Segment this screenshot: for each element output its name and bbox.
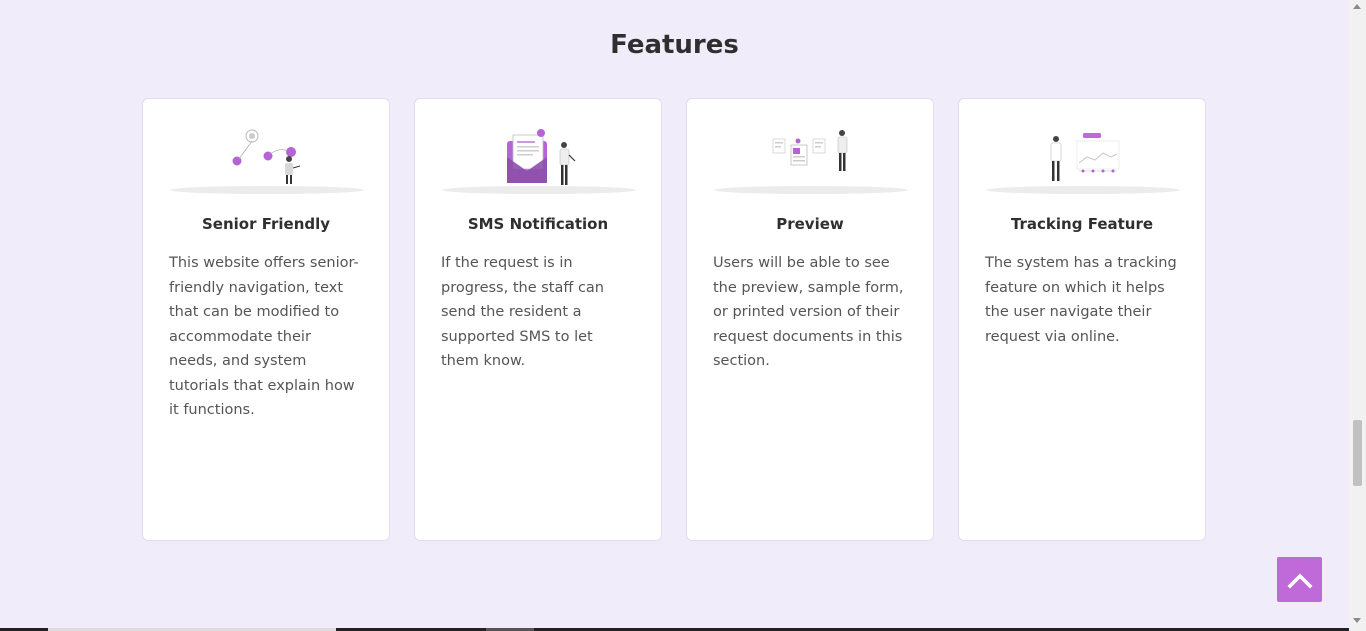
card-description: This website offers senior-friendly navi…	[169, 255, 359, 418]
feature-cards: Senior Friendly This website offers seni…	[142, 98, 1206, 541]
vertical-scrollbar[interactable]	[1349, 0, 1366, 631]
features-page: Features Senior Friendly This website of…	[0, 0, 1349, 631]
preview-illustration-icon	[713, 99, 908, 194]
feature-card-tracking: Tracking Feature The system has a tracki…	[958, 98, 1206, 541]
back-to-top-button[interactable]	[1277, 557, 1322, 602]
card-description: If the request is in progress, the staff…	[441, 255, 604, 369]
section-title: Features	[610, 30, 739, 60]
senior-friendly-illustration-icon	[169, 99, 364, 194]
scrollbar-thumb[interactable]	[1353, 420, 1362, 486]
card-title: Tracking Feature	[1010, 215, 1154, 233]
card-title: SMS Notification	[467, 215, 609, 233]
scroll-down-arrow-icon[interactable]	[1353, 618, 1361, 623]
feature-card-preview: Preview Users will be able to see the pr…	[686, 98, 934, 541]
card-title: Preview	[776, 215, 844, 233]
feature-card-sms-notification: SMS Notification If the request is in pr…	[414, 98, 662, 541]
chevron-up-icon	[1287, 573, 1312, 588]
card-title: Senior Friendly	[201, 215, 331, 233]
tracking-illustration-icon	[985, 99, 1180, 194]
card-description: Users will be able to see the preview, s…	[713, 255, 904, 369]
feature-card-senior-friendly: Senior Friendly This website offers seni…	[142, 98, 390, 541]
scroll-up-arrow-icon[interactable]	[1353, 4, 1361, 9]
sms-notification-illustration-icon	[441, 99, 636, 194]
card-description: The system has a tracking feature on whi…	[985, 255, 1177, 345]
